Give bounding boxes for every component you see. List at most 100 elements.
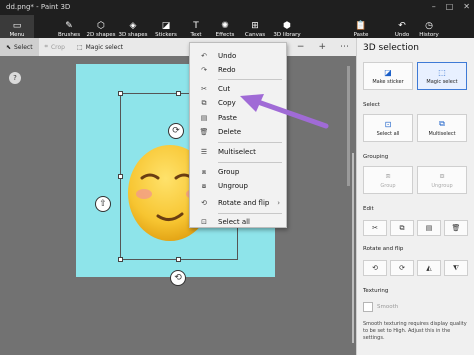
group-icon: ⧈ (201, 167, 207, 176)
select-all-icon: ⊡ (384, 119, 392, 129)
menu-item-rotate-flip[interactable]: ⟲ Rotate and flip › (190, 196, 286, 210)
texturing-heading: Texturing (363, 288, 389, 294)
select-heading: Select (363, 102, 380, 108)
crop-icon: ⌗ (44, 43, 48, 50)
selection-handle[interactable] (176, 91, 181, 96)
trash-icon: 🗑 (199, 128, 209, 136)
ribbon: ▭ Menu ✎ Brushes ⬡ 2D shapes ◈ 3D shapes… (0, 15, 474, 38)
paste-icon: 📋 (355, 21, 367, 31)
make-sticker-button[interactable]: ◪ Make sticker (363, 62, 413, 90)
maximize-icon[interactable]: □ (446, 2, 454, 11)
chevron-right-icon: › (277, 199, 280, 207)
canvas-icon: ⊞ (251, 21, 259, 31)
multiselect-button[interactable]: ⧉ Multiselect (417, 114, 467, 142)
menu-item-undo[interactable]: ↶ Undo (190, 49, 286, 63)
menu-item-multiselect[interactable]: ☰ Multiselect (190, 145, 286, 159)
ribbon-2d-shapes[interactable]: ⬡ 2D shapes (86, 15, 116, 38)
history-button[interactable]: ◷ History (415, 15, 443, 38)
undo-icon: ↶ (398, 21, 406, 31)
delete-icon[interactable]: 🗑 (444, 220, 468, 236)
undo-button[interactable]: ↶ Undo (389, 15, 415, 38)
ribbon-text[interactable]: T Text (182, 15, 210, 38)
scissors-icon: ✂ (201, 85, 207, 93)
rotate-right-icon[interactable]: ⟳ (390, 260, 414, 276)
menu-item-redo[interactable]: ↷ Redo (190, 63, 286, 77)
multiselect-icon: ⧉ (439, 119, 445, 128)
magic-select-icon: ⬚ (76, 43, 83, 51)
ribbon-effects[interactable]: ✺ Effects (210, 15, 240, 38)
cursor-icon: ⬉ (6, 43, 12, 51)
ribbon-3d-library[interactable]: ⬢ 3D library (270, 15, 304, 38)
select-tool[interactable]: ⬉ Select (0, 38, 39, 56)
flip-vertical-icon[interactable]: ⧨ (444, 260, 468, 276)
select-all-button[interactable]: ⊡ Select all (363, 114, 413, 142)
grouping-heading: Grouping (363, 154, 389, 160)
folder-icon: ▭ (12, 21, 22, 31)
selection-handle[interactable] (118, 91, 123, 96)
text-icon: T (193, 21, 199, 31)
brush-icon: ✎ (65, 21, 73, 31)
ungroup-icon: ⧇ (201, 181, 207, 190)
selection-handle[interactable] (118, 174, 123, 179)
smooth-description: Smooth texturing requires display qualit… (363, 321, 467, 341)
panel-scrollbar[interactable] (352, 153, 354, 343)
edit-heading: Edit (363, 206, 374, 212)
effects-icon: ✺ (221, 21, 229, 31)
zoom-in-icon[interactable]: + (311, 42, 333, 52)
paste-icon[interactable]: ▤ (417, 220, 441, 236)
ribbon-brushes[interactable]: ✎ Brushes (52, 15, 86, 38)
magic-select-icon: ⬚ (438, 67, 446, 77)
panel-magic-select-button[interactable]: ⬚ Magic select (417, 62, 467, 90)
sticker-icon: ◪ (384, 67, 392, 77)
menu-divider (218, 162, 282, 163)
annotation-arrow (240, 94, 329, 129)
select-all-icon: ⊡ (201, 218, 207, 226)
2d-shapes-icon: ⬡ (97, 21, 105, 31)
help-icon[interactable]: ? (9, 72, 21, 84)
rotate-flip-heading: Rotate and flip (363, 246, 404, 252)
tool-bar: ⬉ Select ⌗ Crop ⬚ Magic select − + ⋯ (0, 38, 356, 56)
panel-title: 3D selection (363, 43, 419, 53)
group-icon: ⧈ (385, 171, 391, 180)
ribbon-canvas[interactable]: ⊞ Canvas (240, 15, 270, 38)
rotate-left-icon[interactable]: ⟲ (363, 260, 387, 276)
rotate-y-icon[interactable]: ⟲ (170, 270, 186, 286)
undo-icon: ↶ (201, 52, 207, 60)
copy-icon: ⧉ (201, 98, 207, 107)
menu-item-select-all[interactable]: ⊡ Select all (190, 215, 286, 229)
group-button[interactable]: ⧈ Group (363, 166, 413, 194)
ungroup-button[interactable]: ⧇ Ungroup (417, 166, 467, 194)
selection-handle[interactable] (118, 257, 123, 262)
history-icon: ◷ (425, 21, 433, 31)
title-bar: dd.png* - Paint 3D – □ ✕ ▭ Menu ✎ Brushe… (0, 0, 474, 38)
menu-button[interactable]: ▭ Menu (0, 15, 34, 38)
close-icon[interactable]: ✕ (463, 2, 470, 11)
flip-horizontal-icon[interactable]: ◭ (417, 260, 441, 276)
zoom-out-icon[interactable]: − (290, 42, 312, 52)
redo-icon: ↷ (201, 66, 207, 74)
rotate-x-icon[interactable]: ⇧ (95, 196, 111, 212)
crop-tool[interactable]: ⌗ Crop (39, 38, 71, 56)
stickers-icon: ◪ (161, 21, 171, 31)
smooth-label: Smooth (377, 304, 399, 310)
workspace-scrollbar[interactable] (347, 66, 350, 186)
magic-select-tool[interactable]: ⬚ Magic select (71, 38, 129, 56)
minimize-icon[interactable]: – (432, 2, 436, 11)
ribbon-stickers[interactable]: ◪ Stickers (150, 15, 182, 38)
menu-divider (218, 213, 282, 214)
menu-item-ungroup[interactable]: ⧇ Ungroup (190, 179, 286, 193)
ribbon-3d-shapes[interactable]: ◈ 3D shapes (116, 15, 150, 38)
cut-icon[interactable]: ✂ (363, 220, 387, 236)
rotate-z-icon[interactable]: ⟳ (168, 123, 184, 139)
window-title: dd.png* - Paint 3D (6, 3, 71, 11)
menu-divider (218, 79, 282, 80)
copy-icon[interactable]: ⧉ (390, 220, 414, 236)
menu-divider (218, 142, 282, 143)
menu-item-group[interactable]: ⧈ Group (190, 165, 286, 179)
smooth-checkbox[interactable] (363, 302, 373, 312)
selection-handle[interactable] (176, 257, 181, 262)
context-menu: ↶ Undo ↷ Redo ✂ Cut ⧉ Copy ▤ Paste 🗑 Del… (189, 42, 287, 228)
paste-icon: ▤ (200, 114, 208, 122)
paste-button[interactable]: 📋 Paste (347, 15, 375, 38)
more-icon[interactable]: ⋯ (333, 42, 356, 52)
